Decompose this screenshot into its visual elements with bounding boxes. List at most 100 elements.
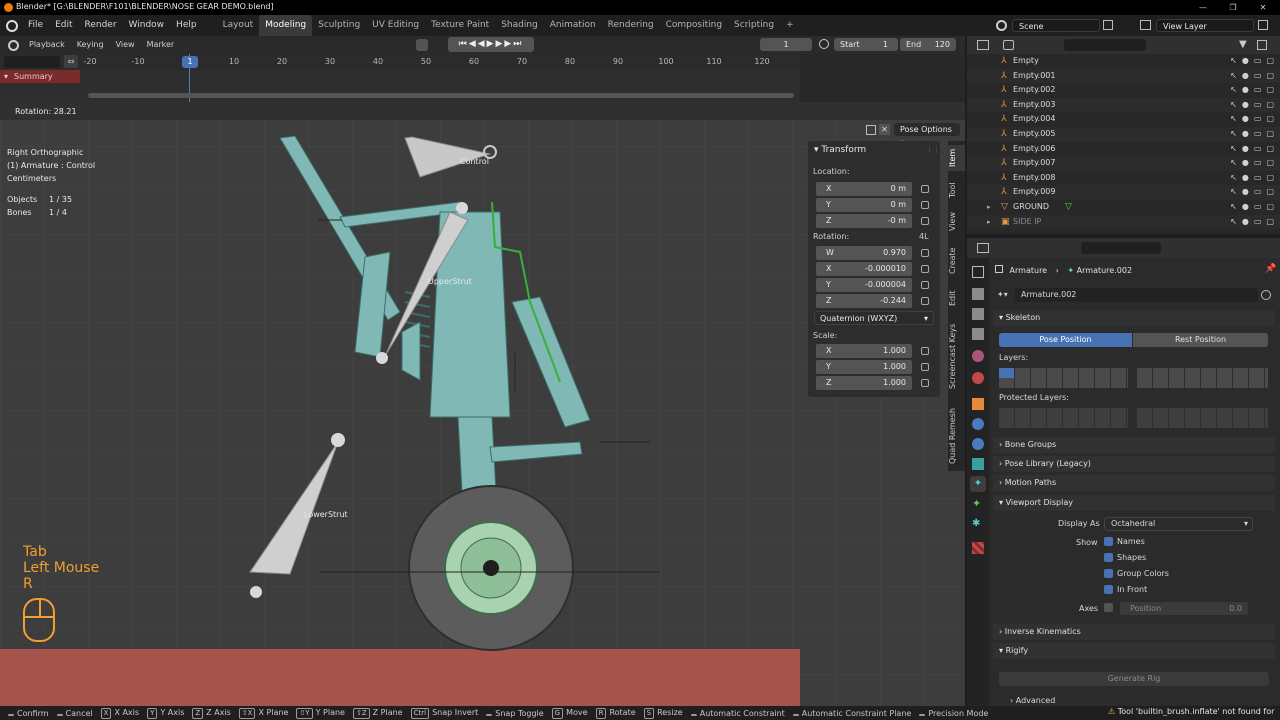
select-icon[interactable]: ↖ (1230, 86, 1237, 94)
texture-tab-icon[interactable] (972, 542, 984, 554)
blender-menu-icon[interactable] (6, 19, 18, 32)
mesh-data-icon[interactable]: ▽ (1065, 200, 1072, 215)
render-icon[interactable]: ▢ (1266, 188, 1274, 196)
bone-tab-icon[interactable]: ✦ (972, 498, 984, 510)
timeline-search-field[interactable] (4, 56, 60, 68)
data-selector-icon[interactable]: ✦▾ (997, 290, 1008, 299)
close-overlay-icon[interactable]: ✕ (879, 124, 890, 135)
outliner-search-field[interactable] (1064, 39, 1146, 51)
tab-view[interactable]: View (948, 209, 965, 235)
generate-rig-button[interactable]: Generate Rig (999, 672, 1269, 686)
properties-search-field[interactable] (1081, 242, 1161, 254)
viewport-icon[interactable]: ▭ (1254, 115, 1262, 123)
viewport-icon[interactable]: ▭ (1254, 130, 1262, 138)
visibility-icon[interactable]: ● (1242, 130, 1249, 138)
render-icon[interactable]: ▢ (1266, 86, 1274, 94)
editor-type-icon[interactable] (977, 40, 989, 50)
motion-paths-panel-header[interactable]: › Motion Paths (993, 475, 1275, 491)
viewport-icon[interactable]: ▭ (1254, 203, 1262, 211)
lock-icon[interactable] (921, 249, 929, 257)
outliner-item[interactable]: ⅄ Empty.007 ↖ ● ▭ ▢ (967, 156, 1280, 171)
tab-create[interactable]: Create (948, 241, 965, 281)
select-icon[interactable]: ↖ (1230, 188, 1237, 196)
pose-library-panel-header[interactable]: › Pose Library (Legacy) (993, 456, 1275, 472)
render-icon[interactable]: ▢ (1266, 173, 1274, 182)
playback-controls[interactable]: ⏮◀◀▶▶▶⏭ (448, 37, 534, 52)
tab-tool[interactable]: Tool (948, 177, 965, 203)
render-icon[interactable]: ▢ (1266, 71, 1274, 80)
lock-icon[interactable] (921, 185, 929, 193)
modifier-tab-icon[interactable] (972, 418, 984, 430)
timeline-ruler[interactable]: ⇔ -20 -10 10 20 30 40 50 60 70 80 90 100… (0, 54, 800, 70)
view-layer-selector[interactable]: View Layer (1156, 19, 1254, 32)
outliner-item[interactable]: ⅄ Empty.004 ↖ ● ▭ ▢ (967, 112, 1280, 127)
maximize-button[interactable]: ❐ (1218, 0, 1248, 15)
tab-sculpting[interactable]: Sculpting (312, 15, 366, 36)
output-tab-icon[interactable] (972, 308, 984, 320)
rotation-mode-dropdown[interactable]: Quaternion (WXYZ) ▾ (814, 311, 934, 325)
constraint-tab-icon[interactable] (972, 458, 984, 470)
expand-arrow-icon[interactable]: ▸ (987, 215, 991, 230)
start-frame-field[interactable]: Start 1 (834, 38, 898, 51)
pose-position-button[interactable]: Pose Position (999, 333, 1132, 347)
location-x-field[interactable]: X0 m (816, 182, 912, 196)
display-as-dropdown[interactable]: Octahedral ▾ (1104, 517, 1253, 531)
tab-modeling[interactable]: Modeling (259, 15, 313, 36)
visibility-icon[interactable]: ● (1242, 173, 1249, 182)
lock-icon[interactable] (921, 265, 929, 273)
gizmo-toggle-icon[interactable] (866, 125, 876, 135)
editor-type-icon[interactable] (977, 243, 989, 253)
drag-handle-icon[interactable]: ⋮⋮ (926, 146, 940, 154)
render-icon[interactable]: ▢ (1266, 100, 1274, 109)
layers-grid-left[interactable] (999, 368, 1128, 388)
lock-icon[interactable] (921, 281, 929, 289)
viewport-icon[interactable]: ▭ (1254, 57, 1262, 65)
armature-data-tab-icon[interactable]: ✦ (970, 476, 986, 492)
location-z-field[interactable]: Z -0 m (816, 214, 912, 228)
outliner-item[interactable]: ⅄ Empty.002 ↖ ● ▭ ▢ (967, 83, 1280, 98)
select-icon[interactable]: ↖ (1230, 71, 1237, 80)
tab-rendering[interactable]: Rendering (602, 15, 660, 36)
scene-tab-icon[interactable] (972, 350, 984, 362)
render-icon[interactable]: ▢ (1266, 130, 1274, 138)
view-menu[interactable]: View (110, 36, 141, 54)
axes-checkbox[interactable] (1104, 603, 1117, 613)
checkbox-icon[interactable] (1104, 603, 1113, 612)
expand-arrow-icon[interactable]: ▸ (987, 200, 991, 215)
outliner-item[interactable]: ⅄ Empty.003 ↖ ● ▭ ▢ (967, 97, 1280, 113)
outliner-item[interactable]: ⅄ Empty ↖ ● ▭ ▢ (967, 54, 1280, 69)
location-y-field[interactable]: Y0 m (816, 198, 912, 212)
view-layer-tab-icon[interactable] (972, 328, 984, 340)
lock-icon[interactable] (921, 363, 929, 371)
render-icon[interactable]: ▢ (1266, 159, 1274, 167)
checkbox-icon[interactable] (1104, 553, 1113, 562)
viewport-icon[interactable]: ▭ (1254, 217, 1262, 226)
outliner-item[interactable]: ⅄ Empty.009 ↖ ● ▭ ▢ (967, 185, 1280, 200)
data-name-field[interactable]: Armature.002 (1015, 288, 1258, 302)
render-tab-icon[interactable] (972, 288, 984, 300)
protected-layers-grid-left[interactable] (999, 408, 1128, 428)
new-collection-icon[interactable] (1257, 40, 1267, 50)
viewport-icon[interactable]: ▭ (1254, 188, 1262, 196)
expand-triangle-icon[interactable]: ▾ (4, 70, 8, 83)
visibility-icon[interactable]: ● (1242, 203, 1249, 211)
viewport-display-panel-header[interactable]: ▾ Viewport Display (993, 495, 1275, 511)
show-in-front-checkbox[interactable]: In Front (1104, 585, 1147, 594)
outliner-item[interactable]: ⅄ Empty.006 ↖ ● ▭ ▢ (967, 142, 1280, 157)
render-icon[interactable]: ▢ (1266, 203, 1274, 211)
menu-window[interactable]: Window (123, 15, 171, 36)
outliner-item[interactable]: ▣ ▸ SIDE IP ↖ ● ▭ ▢ (967, 214, 1280, 230)
editor-type-icon[interactable] (8, 39, 19, 51)
select-icon[interactable]: ↖ (1230, 173, 1237, 182)
visibility-icon[interactable]: ● (1242, 100, 1249, 109)
menu-render[interactable]: Render (79, 15, 123, 36)
viewport-icon[interactable]: ▭ (1254, 144, 1262, 153)
outliner-item[interactable]: ⅄ Empty.005 ↖ ● ▭ ▢ (967, 127, 1280, 142)
tab-compositing[interactable]: Compositing (660, 15, 728, 36)
outliner-item[interactable]: ⅄ Empty.001 ↖ ● ▭ ▢ (967, 68, 1280, 84)
select-icon[interactable]: ↖ (1230, 115, 1237, 123)
playback-menu[interactable]: Playback (23, 36, 71, 54)
keying-menu[interactable]: Keying (71, 36, 110, 54)
transform-panel-header[interactable]: ▾ Transform (814, 145, 866, 155)
protected-layers-grid-right[interactable] (1137, 408, 1268, 428)
